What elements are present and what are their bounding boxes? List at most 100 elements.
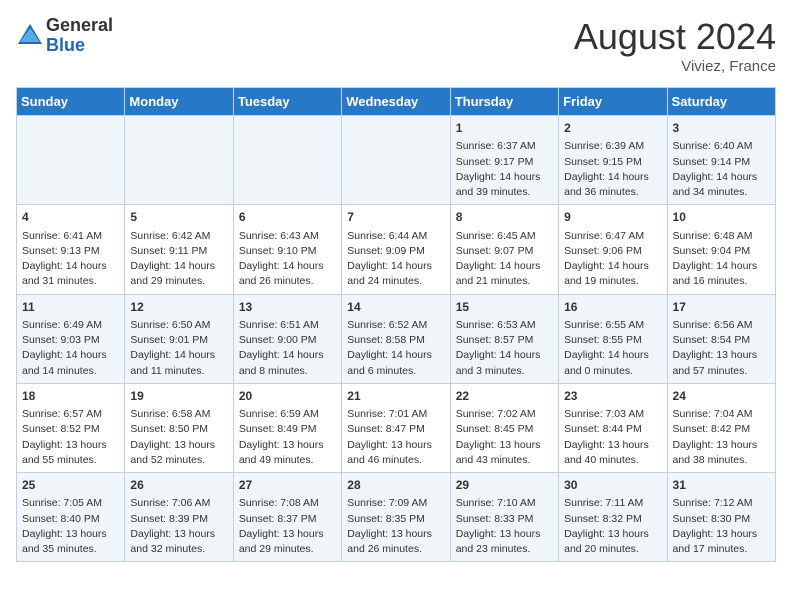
day-number: 2 <box>564 120 661 137</box>
calendar-cell: 1 Sunrise: 6:37 AM Sunset: 9:17 PM Daylig… <box>450 116 558 205</box>
calendar-cell: 8 Sunrise: 6:45 AM Sunset: 9:07 PM Daylig… <box>450 205 558 294</box>
day-number: 25 <box>22 477 119 494</box>
calendar-cell: 23 Sunrise: 7:03 AM Sunset: 8:44 PM Dayli… <box>559 383 667 472</box>
calendar-cell: 29 Sunrise: 7:10 AM Sunset: 8:33 PM Dayli… <box>450 473 558 562</box>
calendar-cell <box>125 116 233 205</box>
calendar-cell: 19 Sunrise: 6:58 AM Sunset: 8:50 PM Dayli… <box>125 383 233 472</box>
day-number: 6 <box>239 209 336 226</box>
day-info: Sunrise: 7:09 AM Sunset: 8:35 PM Dayligh… <box>347 496 444 557</box>
day-info: Sunrise: 7:02 AM Sunset: 8:45 PM Dayligh… <box>456 407 553 468</box>
day-info: Sunrise: 6:44 AM Sunset: 9:09 PM Dayligh… <box>347 229 444 290</box>
day-info: Sunrise: 6:58 AM Sunset: 8:50 PM Dayligh… <box>130 407 227 468</box>
logo-icon <box>16 22 44 50</box>
calendar-cell: 16Sunrise: 6:55 AM Sunset: 8:55 PM Dayli… <box>559 294 667 383</box>
calendar-cell <box>17 116 125 205</box>
day-number: 9 <box>564 209 661 226</box>
calendar-cell: 28 Sunrise: 7:09 AM Sunset: 8:35 PM Dayli… <box>342 473 450 562</box>
day-info: Sunrise: 6:39 AM Sunset: 9:15 PM Dayligh… <box>564 139 661 200</box>
day-number: 17 <box>673 299 770 316</box>
calendar-cell: 25 Sunrise: 7:05 AM Sunset: 8:40 PM Dayli… <box>17 473 125 562</box>
day-info: Sunrise: 7:05 AM Sunset: 8:40 PM Dayligh… <box>22 496 119 557</box>
location: Viviez, France <box>574 58 776 75</box>
calendar-cell <box>233 116 341 205</box>
col-header-monday: Monday <box>125 88 233 116</box>
day-number: 28 <box>347 477 444 494</box>
day-number: 5 <box>130 209 227 226</box>
day-info: Sunrise: 6:53 AM Sunset: 8:57 PM Dayligh… <box>456 318 553 379</box>
calendar-cell: 24Sunrise: 7:04 AM Sunset: 8:42 PM Dayli… <box>667 383 775 472</box>
col-header-sunday: Sunday <box>17 88 125 116</box>
day-number: 31 <box>673 477 770 494</box>
calendar-table: SundayMondayTuesdayWednesdayThursdayFrid… <box>16 87 776 562</box>
calendar-cell: 10 Sunrise: 6:48 AM Sunset: 9:04 PM Dayli… <box>667 205 775 294</box>
day-info: Sunrise: 6:41 AM Sunset: 9:13 PM Dayligh… <box>22 229 119 290</box>
day-info: Sunrise: 7:10 AM Sunset: 8:33 PM Dayligh… <box>456 496 553 557</box>
col-header-friday: Friday <box>559 88 667 116</box>
day-number: 8 <box>456 209 553 226</box>
day-number: 12 <box>130 299 227 316</box>
day-info: Sunrise: 6:42 AM Sunset: 9:11 PM Dayligh… <box>130 229 227 290</box>
calendar-cell: 6 Sunrise: 6:43 AM Sunset: 9:10 PM Daylig… <box>233 205 341 294</box>
col-header-thursday: Thursday <box>450 88 558 116</box>
day-info: Sunrise: 6:45 AM Sunset: 9:07 PM Dayligh… <box>456 229 553 290</box>
calendar-cell: 27 Sunrise: 7:08 AM Sunset: 8:37 PM Dayli… <box>233 473 341 562</box>
col-header-saturday: Saturday <box>667 88 775 116</box>
calendar-cell: 2 Sunrise: 6:39 AM Sunset: 9:15 PM Daylig… <box>559 116 667 205</box>
day-info: Sunrise: 6:50 AM Sunset: 9:01 PM Dayligh… <box>130 318 227 379</box>
day-info: Sunrise: 6:37 AM Sunset: 9:17 PM Dayligh… <box>456 139 553 200</box>
calendar-cell: 26 Sunrise: 7:06 AM Sunset: 8:39 PM Dayli… <box>125 473 233 562</box>
calendar-cell: 7 Sunrise: 6:44 AM Sunset: 9:09 PM Daylig… <box>342 205 450 294</box>
day-info: Sunrise: 6:56 AM Sunset: 8:54 PM Dayligh… <box>673 318 770 379</box>
day-info: Sunrise: 6:52 AM Sunset: 8:58 PM Dayligh… <box>347 318 444 379</box>
calendar-cell: 18 Sunrise: 6:57 AM Sunset: 8:52 PM Dayli… <box>17 383 125 472</box>
page-header: General Blue August 2024 Viviez, France <box>16 16 776 75</box>
calendar-cell: 5 Sunrise: 6:42 AM Sunset: 9:11 PM Daylig… <box>125 205 233 294</box>
day-number: 18 <box>22 388 119 405</box>
calendar-cell: 14 Sunrise: 6:52 AM Sunset: 8:58 PM Dayli… <box>342 294 450 383</box>
day-info: Sunrise: 6:43 AM Sunset: 9:10 PM Dayligh… <box>239 229 336 290</box>
day-info: Sunrise: 7:04 AM Sunset: 8:42 PM Dayligh… <box>673 407 770 468</box>
day-number: 14 <box>347 299 444 316</box>
logo: General Blue <box>16 16 113 56</box>
calendar-cell: 15 Sunrise: 6:53 AM Sunset: 8:57 PM Dayli… <box>450 294 558 383</box>
calendar-cell: 17 Sunrise: 6:56 AM Sunset: 8:54 PM Dayli… <box>667 294 775 383</box>
day-number: 13 <box>239 299 336 316</box>
day-info: Sunrise: 7:12 AM Sunset: 8:30 PM Dayligh… <box>673 496 770 557</box>
day-number: 19 <box>130 388 227 405</box>
day-number: 29 <box>456 477 553 494</box>
day-number: 10 <box>673 209 770 226</box>
calendar-cell: 30 Sunrise: 7:11 AM Sunset: 8:32 PM Dayli… <box>559 473 667 562</box>
calendar-cell: 4 Sunrise: 6:41 AM Sunset: 9:13 PM Daylig… <box>17 205 125 294</box>
calendar-cell: 9 Sunrise: 6:47 AM Sunset: 9:06 PM Daylig… <box>559 205 667 294</box>
day-number: 1 <box>456 120 553 137</box>
day-number: 15 <box>456 299 553 316</box>
day-info: Sunrise: 6:40 AM Sunset: 9:14 PM Dayligh… <box>673 139 770 200</box>
day-number: 27 <box>239 477 336 494</box>
calendar-cell: 31 Sunrise: 7:12 AM Sunset: 8:30 PM Dayli… <box>667 473 775 562</box>
month-year: August 2024 <box>574 16 776 58</box>
day-info: Sunrise: 7:08 AM Sunset: 8:37 PM Dayligh… <box>239 496 336 557</box>
day-info: Sunrise: 7:01 AM Sunset: 8:47 PM Dayligh… <box>347 407 444 468</box>
day-number: 16 <box>564 299 661 316</box>
day-number: 30 <box>564 477 661 494</box>
day-number: 20 <box>239 388 336 405</box>
day-number: 11 <box>22 299 119 316</box>
calendar-cell: 20Sunrise: 6:59 AM Sunset: 8:49 PM Dayli… <box>233 383 341 472</box>
calendar-cell: 11Sunrise: 6:49 AM Sunset: 9:03 PM Dayli… <box>17 294 125 383</box>
day-info: Sunrise: 7:11 AM Sunset: 8:32 PM Dayligh… <box>564 496 661 557</box>
day-number: 26 <box>130 477 227 494</box>
title-area: August 2024 Viviez, France <box>574 16 776 75</box>
day-info: Sunrise: 6:57 AM Sunset: 8:52 PM Dayligh… <box>22 407 119 468</box>
day-number: 3 <box>673 120 770 137</box>
day-info: Sunrise: 7:03 AM Sunset: 8:44 PM Dayligh… <box>564 407 661 468</box>
day-number: 23 <box>564 388 661 405</box>
calendar-cell: 12 Sunrise: 6:50 AM Sunset: 9:01 PM Dayli… <box>125 294 233 383</box>
day-number: 4 <box>22 209 119 226</box>
day-info: Sunrise: 7:06 AM Sunset: 8:39 PM Dayligh… <box>130 496 227 557</box>
calendar-cell <box>342 116 450 205</box>
calendar-cell: 21 Sunrise: 7:01 AM Sunset: 8:47 PM Dayli… <box>342 383 450 472</box>
day-info: Sunrise: 6:48 AM Sunset: 9:04 PM Dayligh… <box>673 229 770 290</box>
day-number: 21 <box>347 388 444 405</box>
day-number: 7 <box>347 209 444 226</box>
day-info: Sunrise: 6:47 AM Sunset: 9:06 PM Dayligh… <box>564 229 661 290</box>
